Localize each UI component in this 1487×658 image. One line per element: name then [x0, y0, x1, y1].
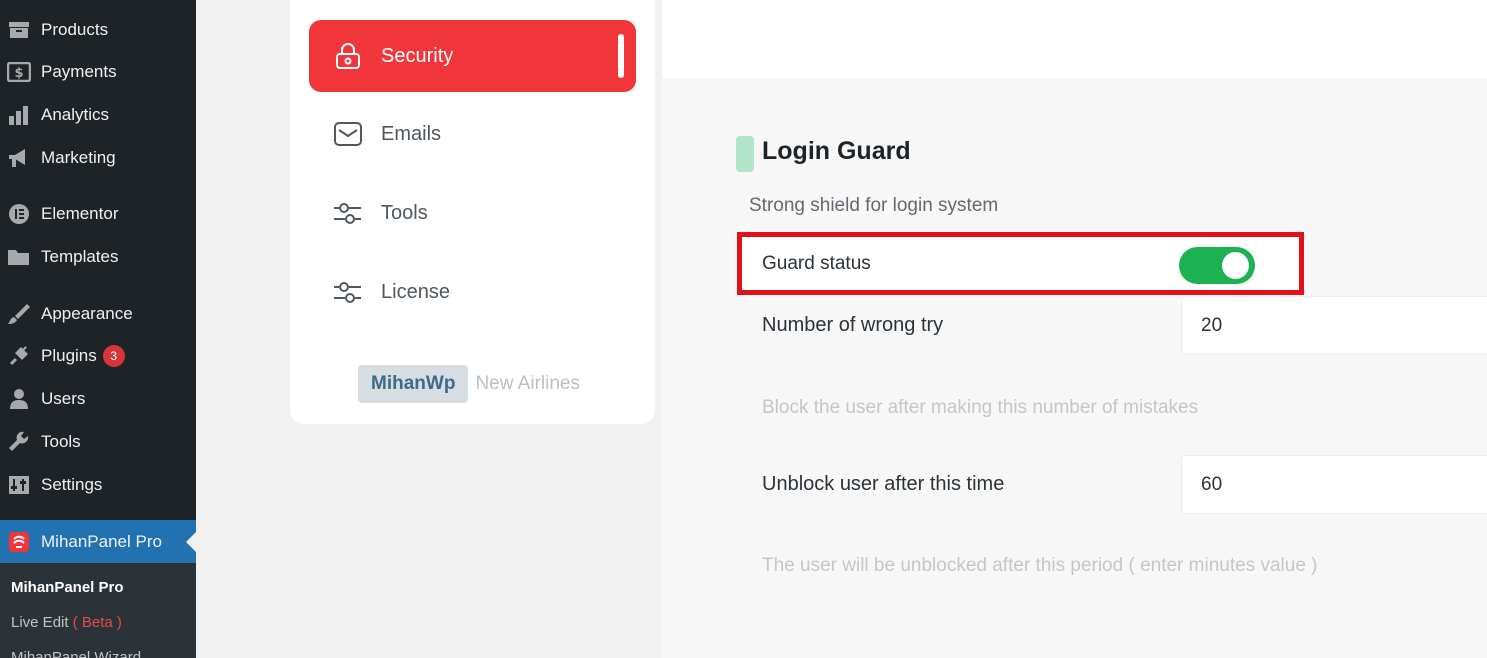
plug-icon	[7, 345, 31, 367]
wp-menu-label: Payments	[41, 62, 117, 81]
archive-icon	[7, 19, 31, 41]
wp-menu-label: Marketing	[41, 148, 116, 167]
brand-tag[interactable]: MihanWp	[358, 365, 469, 403]
settings-tab-label: Security	[381, 44, 454, 67]
beta-label: ( Beta )	[72, 614, 122, 631]
brand-text: New Airlines	[475, 373, 580, 394]
wp-menu-elementor[interactable]: Elementor	[0, 194, 196, 234]
wp-menu-label: Users	[41, 389, 86, 408]
elementor-icon	[7, 203, 31, 225]
settings-tab-label: Tools	[381, 201, 428, 224]
wp-menu-tools[interactable]: Tools	[0, 422, 196, 462]
section-accent-mark	[736, 136, 754, 172]
settings-tab-label: Emails	[381, 122, 442, 145]
guard-status-label: Guard status	[762, 253, 871, 274]
unblock-time-input[interactable]: 60	[1181, 455, 1487, 514]
dollar-icon: $	[7, 61, 31, 83]
settings-tab-license[interactable]: License	[309, 256, 636, 328]
brush-icon	[7, 303, 31, 325]
wp-menu-label: Analytics	[41, 105, 110, 124]
sliders-icon	[7, 474, 31, 496]
submenu-mihanpanel-pro[interactable]: MihanPanel Pro	[11, 579, 124, 596]
sliders-icon	[333, 277, 363, 307]
wrench-icon	[7, 431, 31, 453]
toggle-knob	[1222, 252, 1249, 279]
guard-status-toggle[interactable]	[1179, 247, 1255, 284]
submenu-wizard[interactable]: MihanPanel Wizard	[11, 649, 141, 658]
settings-menu-panel: Security Emails Tools License MihanWp Ne…	[290, 0, 655, 424]
guard-status-row: Guard status	[737, 232, 1304, 295]
content-header	[662, 0, 1487, 78]
brand-footer: MihanWp New Airlines	[358, 365, 580, 403]
submenu-live-edit[interactable]: Live Edit ( Beta )	[11, 614, 122, 631]
wp-admin-sidebar: Products $ Payments Analytics Marketing …	[0, 0, 196, 658]
wp-menu-templates[interactable]: Templates	[0, 237, 196, 277]
wp-menu-label: Appearance	[41, 304, 133, 323]
wrong-try-input[interactable]: 20	[1181, 296, 1487, 355]
wp-menu-label: Templates	[41, 247, 119, 266]
lock-icon	[333, 41, 363, 71]
unblock-help: The user will be unblocked after this pe…	[762, 555, 1318, 576]
wp-menu-plugins[interactable]: Plugins 3	[0, 336, 196, 376]
unblock-label: Unblock user after this time	[762, 473, 1005, 495]
sliders-icon	[333, 198, 363, 228]
folder-icon	[7, 246, 31, 268]
wp-menu-appearance[interactable]: Appearance	[0, 294, 196, 334]
user-icon	[7, 388, 31, 410]
update-count-badge: 3	[102, 345, 125, 367]
wp-menu-users[interactable]: Users	[0, 379, 196, 419]
settings-tab-tools[interactable]: Tools	[309, 177, 636, 249]
svg-text:$: $	[14, 66, 23, 81]
wp-menu-products[interactable]: Products	[0, 10, 196, 50]
settings-tab-label: License	[381, 280, 450, 303]
settings-tab-security[interactable]: Security	[309, 20, 636, 92]
section-title: Login Guard	[762, 137, 911, 165]
settings-tab-emails[interactable]: Emails	[309, 98, 636, 170]
section-subtitle: Strong shield for login system	[749, 195, 999, 216]
mihanpanel-icon	[7, 531, 31, 553]
wp-menu-label: Products	[41, 20, 109, 39]
wp-submenu: MihanPanel Pro Live Edit ( Beta ) MihanP…	[0, 563, 196, 658]
megaphone-icon	[7, 147, 31, 169]
active-indicator	[618, 34, 624, 78]
current-menu-arrow	[186, 532, 196, 552]
submenu-live-edit-label: Live Edit	[11, 614, 69, 631]
wp-menu-settings[interactable]: Settings	[0, 465, 196, 505]
wp-menu-mihanpanel-pro[interactable]: MihanPanel Pro	[0, 520, 196, 563]
wp-menu-marketing[interactable]: Marketing	[0, 138, 196, 178]
wrong-try-label: Number of wrong try	[762, 314, 944, 336]
wrong-try-help: Block the user after making this number …	[762, 397, 1199, 418]
wp-menu-label: Elementor	[41, 204, 119, 223]
bar-chart-icon	[7, 104, 31, 126]
envelope-icon	[333, 119, 363, 149]
wp-menu-label: Plugins	[41, 346, 97, 365]
wp-menu-label: Tools	[41, 432, 81, 451]
wp-menu-payments[interactable]: $ Payments	[0, 52, 196, 92]
wp-menu-label: MihanPanel Pro	[41, 531, 162, 551]
wp-menu-analytics[interactable]: Analytics	[0, 95, 196, 135]
wp-menu-label: Settings	[41, 475, 103, 494]
